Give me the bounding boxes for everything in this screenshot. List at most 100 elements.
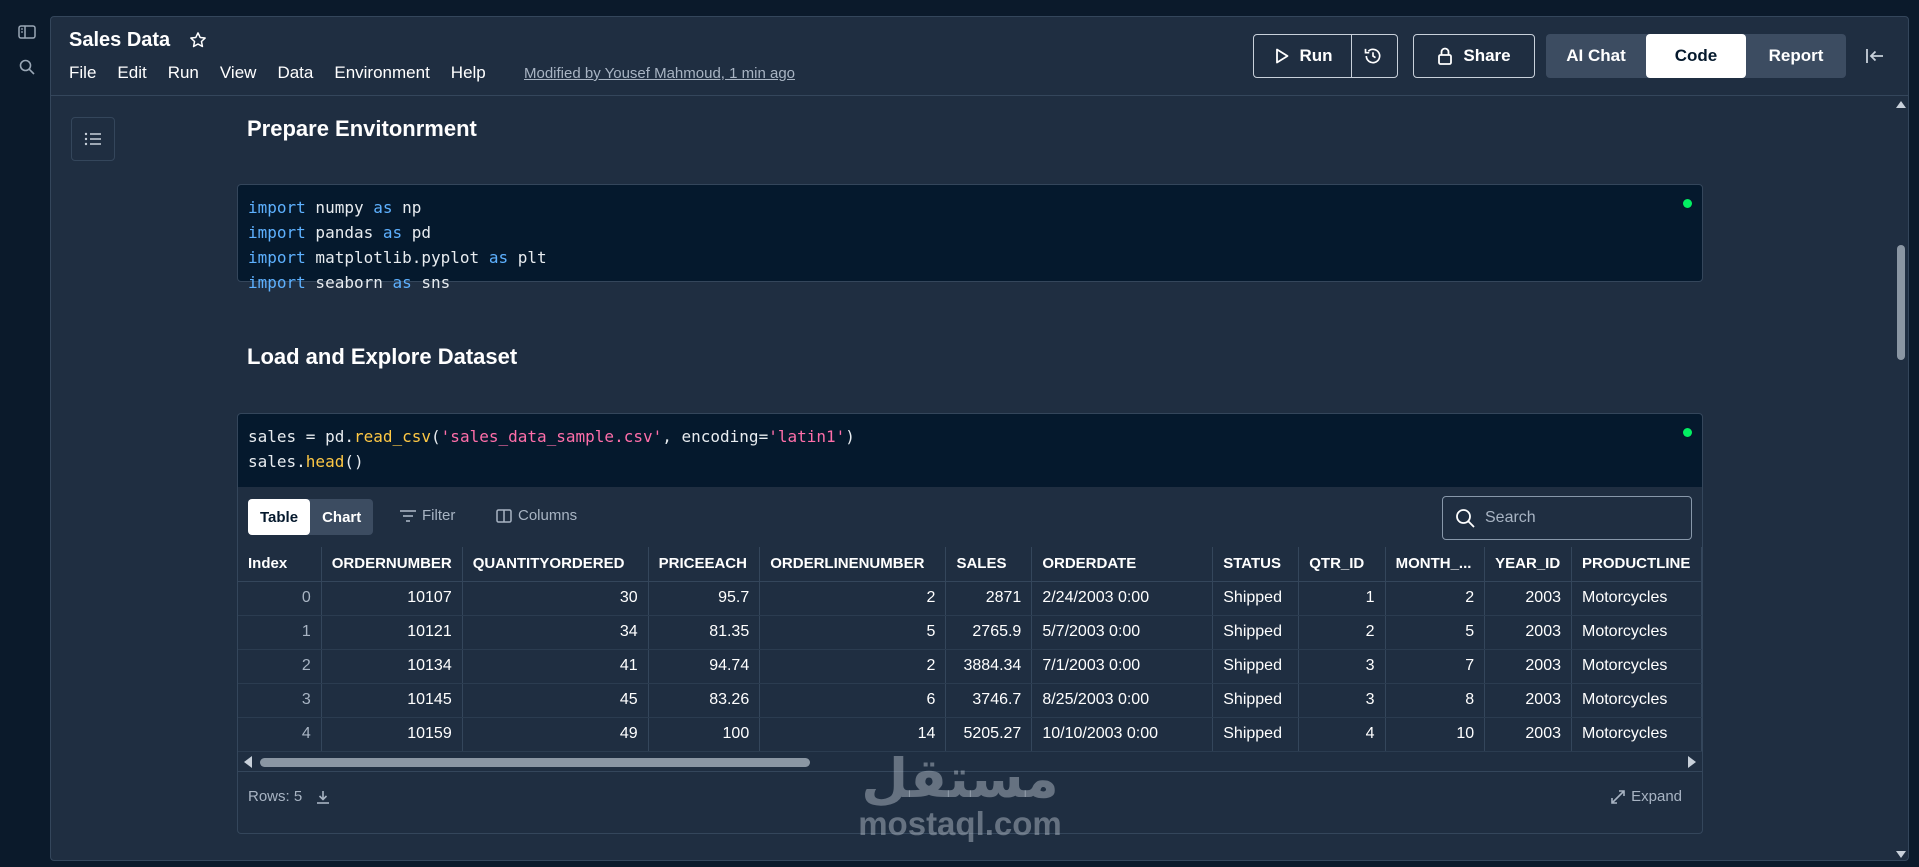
table-cell[interactable]: 2 [1298, 615, 1386, 650]
scroll-right-icon[interactable] [1688, 756, 1696, 768]
column-header[interactable]: QUANTITYORDERED [462, 547, 649, 582]
search-icon[interactable] [17, 57, 37, 77]
notebook-title[interactable]: Sales Data [69, 29, 170, 52]
modified-link[interactable]: Modified by Yousef Mahmoud, 1 min ago [524, 65, 795, 82]
table-cell[interactable]: 7/1/2003 0:00 [1031, 649, 1214, 684]
table-cell[interactable]: 94.74 [648, 649, 761, 684]
table-cell[interactable]: 41 [462, 649, 649, 684]
table-cell[interactable]: 3746.7 [945, 683, 1033, 718]
table-cell[interactable]: 8/25/2003 0:00 [1031, 683, 1214, 718]
column-header[interactable]: ORDERLINENUMBER [759, 547, 947, 582]
table-cell[interactable]: Shipped [1212, 717, 1300, 752]
column-header[interactable]: QTR_ID [1298, 547, 1386, 582]
table-cell[interactable]: 2003 [1484, 581, 1572, 616]
menu-file[interactable]: File [69, 63, 96, 83]
column-header[interactable]: PRICEEACH [648, 547, 761, 582]
scroll-left-icon[interactable] [244, 756, 252, 768]
collapse-panel-icon[interactable] [1863, 41, 1887, 71]
table-cell[interactable]: 2003 [1484, 649, 1572, 684]
expand-button[interactable]: Expand [1611, 788, 1682, 805]
menu-environment[interactable]: Environment [334, 63, 429, 83]
table-cell[interactable]: 3884.34 [945, 649, 1033, 684]
table-cell[interactable]: 3 [1298, 683, 1386, 718]
table-cell[interactable]: 49 [462, 717, 649, 752]
table-cell[interactable]: Motorcycles [1571, 581, 1702, 616]
table-cell[interactable]: 8 [1385, 683, 1486, 718]
menu-edit[interactable]: Edit [117, 63, 146, 83]
column-header[interactable]: SALES [945, 547, 1033, 582]
table-cell[interactable]: 2/24/2003 0:00 [1031, 581, 1214, 616]
table-cell[interactable]: Motorcycles [1571, 683, 1702, 718]
table-cell[interactable]: 10134 [321, 649, 463, 684]
table-cell[interactable]: 10145 [321, 683, 463, 718]
table-cell[interactable]: Shipped [1212, 649, 1300, 684]
mode-report[interactable]: Report [1746, 34, 1846, 78]
menu-help[interactable]: Help [451, 63, 486, 83]
table-cell[interactable]: 34 [462, 615, 649, 650]
column-header[interactable]: YEAR_ID [1484, 547, 1572, 582]
vertical-scroll-thumb[interactable] [1897, 245, 1905, 360]
table-cell[interactable]: 14 [759, 717, 947, 752]
table-cell[interactable]: 2 [759, 649, 947, 684]
columns-button[interactable]: Columns [496, 507, 577, 524]
run-history-button[interactable] [1352, 35, 1394, 77]
table-cell[interactable]: 30 [462, 581, 649, 616]
table-cell[interactable]: 10121 [321, 615, 463, 650]
table-cell[interactable]: 4 [238, 717, 322, 752]
mode-ai-chat[interactable]: AI Chat [1546, 34, 1646, 78]
table-cell[interactable]: 1 [1298, 581, 1386, 616]
table-cell[interactable]: 2 [759, 581, 947, 616]
table-cell[interactable]: 3 [238, 683, 322, 718]
table-cell[interactable]: 5 [1385, 615, 1486, 650]
table-cell[interactable]: Motorcycles [1571, 717, 1702, 752]
filter-button[interactable]: Filter [400, 507, 455, 524]
code-cell-load[interactable]: sales = pd.read_csv('sales_data_sample.c… [237, 413, 1703, 488]
table-cell[interactable]: 45 [462, 683, 649, 718]
table-cell[interactable]: 2 [1385, 581, 1486, 616]
table-cell[interactable]: 2003 [1484, 717, 1572, 752]
table-cell[interactable]: 2 [238, 649, 322, 684]
share-button[interactable]: Share [1413, 34, 1535, 78]
column-header[interactable]: MONTH_... [1385, 547, 1486, 582]
column-header[interactable]: Index [238, 547, 322, 582]
table-cell[interactable]: 3 [1298, 649, 1386, 684]
table-cell[interactable]: Shipped [1212, 683, 1300, 718]
sidebar-toggle-icon[interactable] [17, 22, 37, 42]
table-cell[interactable]: 83.26 [648, 683, 761, 718]
star-icon[interactable] [189, 31, 207, 54]
vertical-scrollbar[interactable] [1894, 97, 1908, 860]
table-cell[interactable]: Motorcycles [1571, 649, 1702, 684]
table-cell[interactable]: 10/10/2003 0:00 [1031, 717, 1214, 752]
table-cell[interactable]: 0 [238, 581, 322, 616]
download-icon[interactable] [316, 790, 330, 804]
table-cell[interactable]: 81.35 [648, 615, 761, 650]
mode-code[interactable]: Code [1646, 34, 1746, 78]
table-cell[interactable]: 2003 [1484, 683, 1572, 718]
table-cell[interactable]: 1 [238, 615, 322, 650]
column-header[interactable]: STATUS [1212, 547, 1300, 582]
scroll-down-icon[interactable] [1896, 851, 1906, 858]
table-cell[interactable]: 2871 [945, 581, 1033, 616]
table-cell[interactable]: 5205.27 [945, 717, 1033, 752]
table-cell[interactable]: Shipped [1212, 615, 1300, 650]
table-cell[interactable]: 2003 [1484, 615, 1572, 650]
table-of-contents-button[interactable] [71, 117, 115, 161]
table-cell[interactable]: 6 [759, 683, 947, 718]
tab-table[interactable]: Table [248, 499, 311, 535]
table-cell[interactable]: 2765.9 [945, 615, 1033, 650]
horizontal-scrollbar[interactable] [238, 754, 1702, 770]
table-cell[interactable]: 5/7/2003 0:00 [1031, 615, 1214, 650]
menu-run[interactable]: Run [168, 63, 199, 83]
table-cell[interactable]: 4 [1298, 717, 1386, 752]
column-header[interactable]: ORDERNUMBER [321, 547, 463, 582]
table-cell[interactable]: 10 [1385, 717, 1486, 752]
menu-data[interactable]: Data [277, 63, 313, 83]
table-cell[interactable]: Shipped [1212, 581, 1300, 616]
table-cell[interactable]: 10159 [321, 717, 463, 752]
horizontal-scroll-thumb[interactable] [260, 758, 810, 767]
column-header[interactable]: PRODUCTLINE [1571, 547, 1702, 582]
table-cell[interactable]: 10107 [321, 581, 463, 616]
table-cell[interactable]: 100 [648, 717, 761, 752]
run-button[interactable]: Run [1257, 35, 1352, 77]
scroll-up-icon[interactable] [1896, 101, 1906, 108]
